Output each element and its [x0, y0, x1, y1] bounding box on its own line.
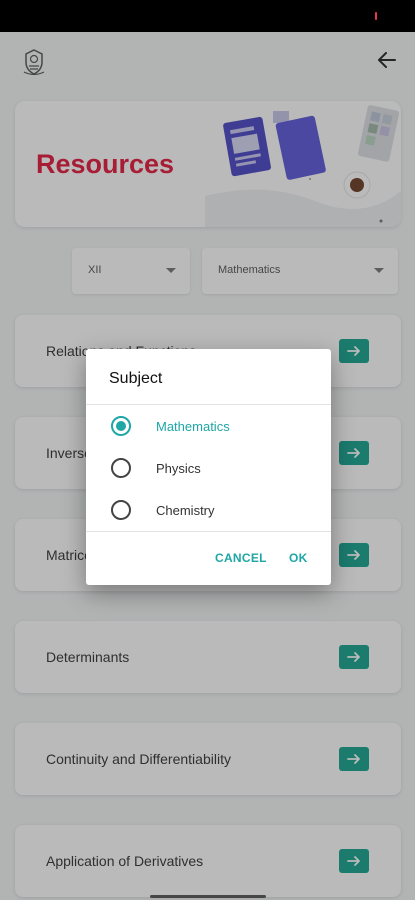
subject-option-physics[interactable]: Physics	[86, 447, 331, 489]
option-label: Mathematics	[156, 419, 230, 434]
cancel-button[interactable]: CANCEL	[215, 551, 267, 565]
subject-dialog: Subject Mathematics Physics Chemistry CA…	[86, 349, 331, 585]
status-indicator	[375, 12, 377, 20]
option-label: Physics	[156, 461, 201, 476]
ok-button[interactable]: OK	[289, 551, 308, 565]
option-label: Chemistry	[156, 503, 215, 518]
subject-option-chemistry[interactable]: Chemistry	[86, 489, 331, 531]
radio-checked-icon[interactable]	[111, 416, 131, 436]
radio-unchecked-icon[interactable]	[111, 458, 131, 478]
radio-unchecked-icon[interactable]	[111, 500, 131, 520]
divider	[86, 531, 331, 532]
dialog-title: Subject	[109, 370, 163, 387]
status-bar	[0, 0, 415, 32]
subject-option-mathematics[interactable]: Mathematics	[86, 405, 331, 447]
